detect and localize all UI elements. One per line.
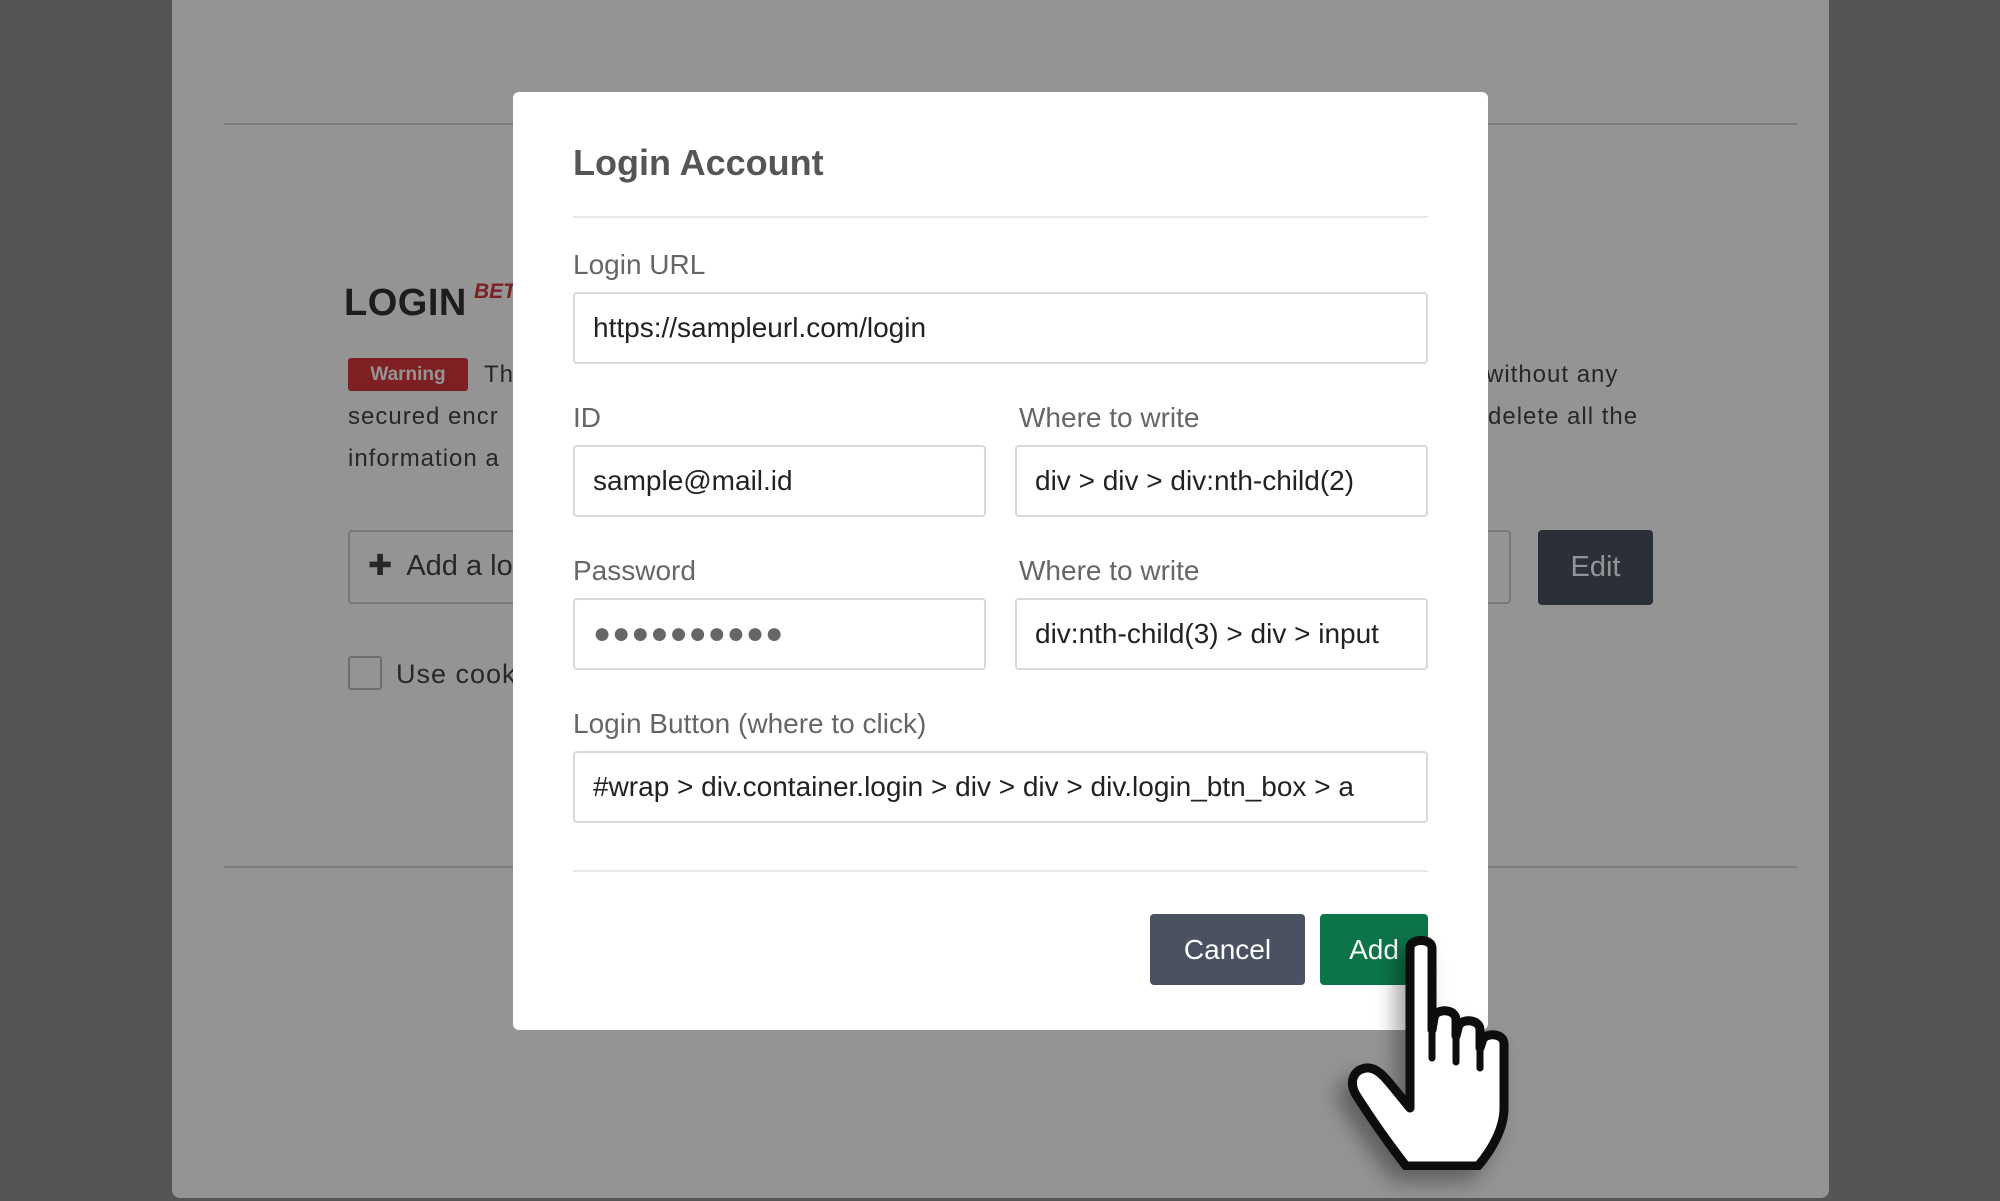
login-button-selector-input[interactable]: #wrap > div.container.login > div > div … [573,751,1428,823]
login-button-selector-label: Login Button (where to click) [573,708,927,739]
login-account-modal: Login Account Login URL https://sampleur… [513,92,1488,1030]
password-selector-label: Where to write [1019,555,1200,586]
id-selector-label: Where to write [1019,402,1200,433]
password-selector-input[interactable]: div:nth-child(3) > div > input [1015,598,1428,670]
login-url-input[interactable]: https://sampleurl.com/login [573,292,1428,364]
hand-pointer-icon [1347,936,1509,1170]
id-selector-input[interactable]: div > div > div:nth-child(2) [1015,445,1428,517]
modal-footer-divider [573,870,1428,872]
login-url-label: Login URL [573,249,706,280]
password-input[interactable]: ●●●●●●●●●● [573,598,986,670]
cancel-button[interactable]: Cancel [1150,914,1305,985]
password-label: Password [573,555,696,586]
modal-title: Login Account [573,142,824,183]
modal-header-divider [573,216,1428,218]
id-label: ID [573,402,601,433]
id-input[interactable]: sample@mail.id [573,445,986,517]
